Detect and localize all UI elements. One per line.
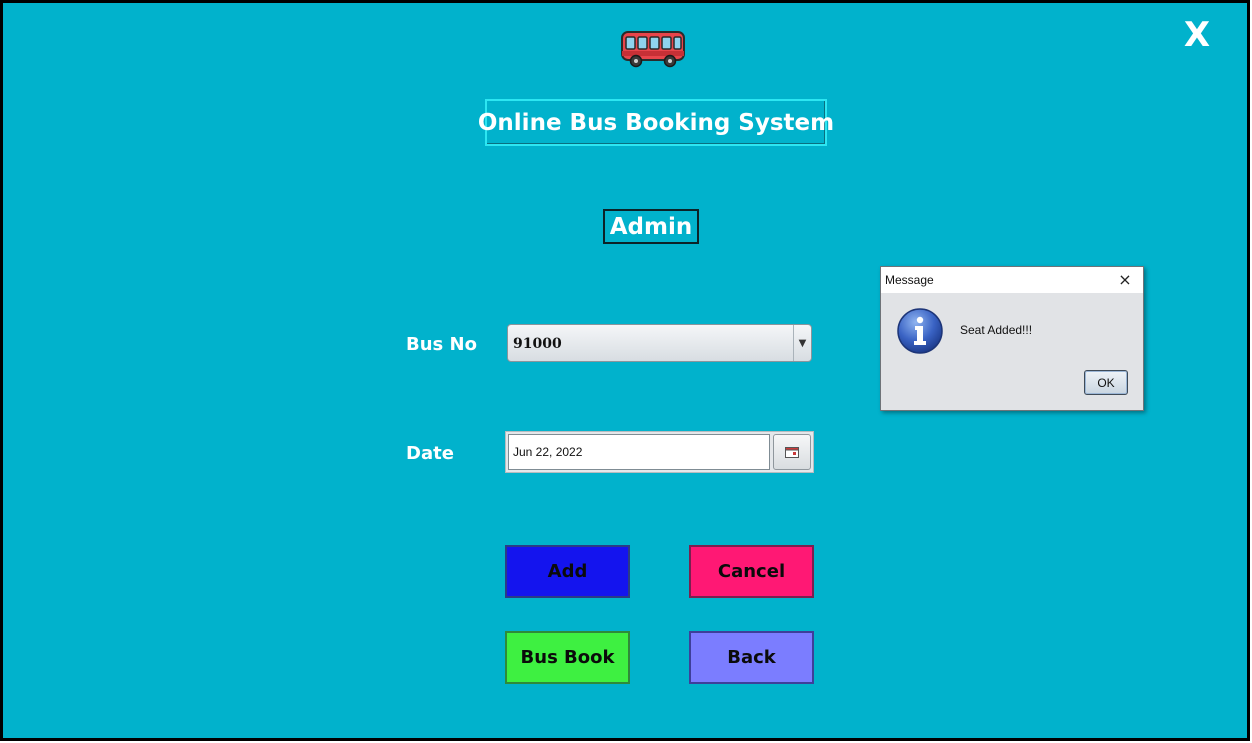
- bus-icon: [621, 31, 685, 68]
- window-close-button[interactable]: X: [1179, 15, 1215, 55]
- add-button[interactable]: Add: [505, 545, 630, 598]
- chevron-down-icon[interactable]: ▼: [793, 325, 811, 361]
- app-window: X Online Bus Booking System Admin Bus No…: [0, 0, 1250, 741]
- back-button[interactable]: Back: [689, 631, 814, 684]
- admin-heading: Admin: [603, 209, 699, 244]
- ok-button[interactable]: OK: [1084, 370, 1128, 395]
- calendar-button[interactable]: [773, 434, 811, 470]
- close-icon[interactable]: ×: [1113, 267, 1137, 293]
- bus-no-value: 91000: [513, 336, 562, 352]
- date-field[interactable]: [508, 434, 770, 470]
- date-label: Date: [406, 443, 454, 464]
- calendar-icon: [785, 446, 799, 458]
- dialog-message: Seat Added!!!: [960, 323, 1033, 337]
- page-title: Online Bus Booking System: [478, 99, 834, 146]
- bus-no-label: Bus No: [406, 334, 477, 355]
- cancel-button[interactable]: Cancel: [689, 545, 814, 598]
- message-dialog: Message × Seat Added!!! OK: [880, 266, 1144, 411]
- info-icon: [897, 308, 943, 354]
- dialog-title: Message: [885, 273, 934, 287]
- dialog-titlebar[interactable]: Message ×: [881, 267, 1143, 293]
- date-picker: [505, 431, 814, 473]
- bus-book-button[interactable]: Bus Book: [505, 631, 630, 684]
- bus-no-select[interactable]: 91000 ▼: [507, 324, 812, 362]
